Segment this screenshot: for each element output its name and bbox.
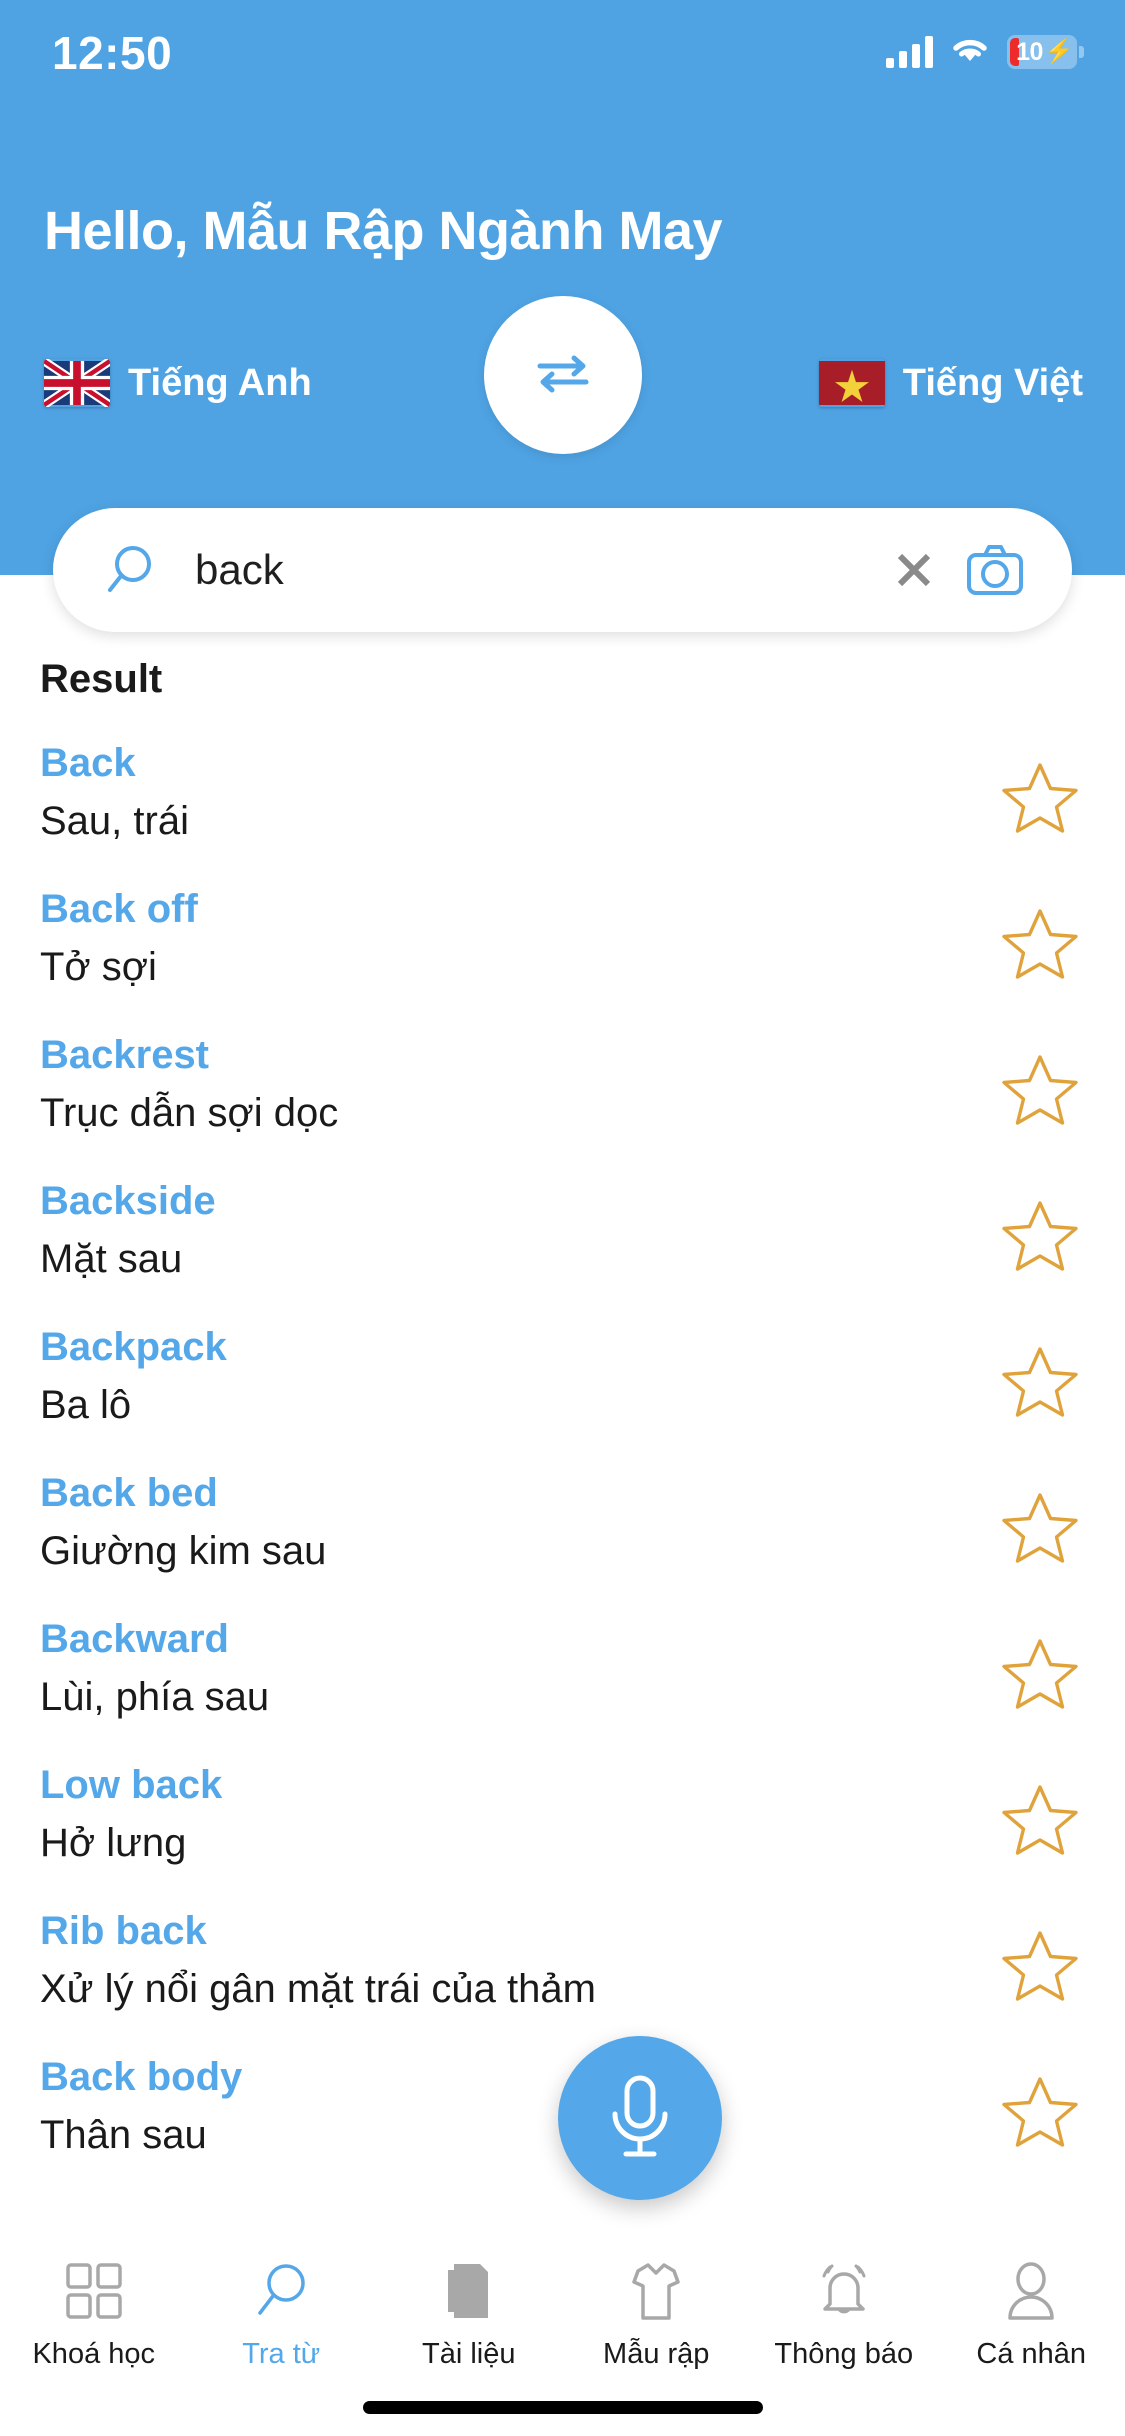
- result-term: Back bed: [40, 1471, 218, 1515]
- nav-item-cá-nhân[interactable]: Cá nhân: [938, 2240, 1125, 2400]
- star-outline-icon[interactable]: [1001, 905, 1079, 983]
- result-row[interactable]: Low back Hở lưng: [0, 1753, 1125, 1899]
- result-row[interactable]: Back off Tở sợi: [0, 877, 1125, 1023]
- result-row[interactable]: Backpack Ba lô: [0, 1315, 1125, 1461]
- result-definition: Xử lý nổi gân mặt trái của thảm: [40, 1967, 596, 2011]
- result-definition: Ba lô: [40, 1383, 132, 1427]
- nav-item-label: Mẫu rập: [603, 2338, 710, 2370]
- result-row[interactable]: Backward Lùi, phía sau: [0, 1607, 1125, 1753]
- star-outline-icon[interactable]: [1001, 1635, 1079, 1713]
- star-outline-icon[interactable]: [1001, 759, 1079, 837]
- battery-charging-icon: 10 ⚡: [1007, 35, 1084, 69]
- vietnam-flag-icon: [818, 359, 885, 407]
- result-definition: Giường kim sau: [40, 1529, 327, 1573]
- nav-item-tra-từ[interactable]: Tra từ: [188, 2240, 376, 2400]
- nav-item-thông-báo[interactable]: Thông báo: [750, 2240, 938, 2400]
- result-definition: Sau, trái: [40, 799, 189, 843]
- voice-search-button[interactable]: [558, 2036, 722, 2200]
- result-definition: Hở lưng: [40, 1821, 187, 1865]
- star-outline-icon[interactable]: [1001, 1343, 1079, 1421]
- bell-icon: [813, 2254, 875, 2328]
- tshirt-icon: [625, 2254, 687, 2328]
- nav-item-label: Tài liệu: [422, 2338, 516, 2370]
- result-term: Backrest: [40, 1033, 210, 1077]
- status-bar: 12:50 10 ⚡: [0, 0, 1125, 110]
- swap-language-button[interactable]: [483, 296, 642, 454]
- result-row[interactable]: Rib back Xử lý nổi gân mặt trái của thảm: [0, 1899, 1125, 2045]
- results-heading: Result: [40, 657, 163, 701]
- result-definition: Trục dẫn sợi dọc: [40, 1091, 339, 1135]
- result-row[interactable]: Back Sau, trái: [0, 731, 1125, 877]
- result-term: Backward: [40, 1617, 229, 1661]
- language-selector-row: Tiếng Anh Tiếng Việt: [0, 296, 1125, 454]
- results-panel: Result Back Sau, trái Back off Tở sợi Backre…: [0, 575, 1125, 2240]
- target-language-selector[interactable]: Tiếng Việt: [818, 318, 1083, 448]
- status-bar-indicators: 10 ⚡: [886, 30, 1084, 74]
- result-row[interactable]: Back bed Giường kim sau: [0, 1461, 1125, 1607]
- document-icon: [438, 2254, 500, 2328]
- source-language-selector[interactable]: Tiếng Anh: [44, 318, 312, 448]
- result-term: Back off: [40, 887, 198, 931]
- magnifier-icon: [250, 2254, 312, 2328]
- page-title: Hello, Mẫu Rập Ngành May: [44, 201, 723, 261]
- result-row[interactable]: Backrest Trục dẫn sợi dọc: [0, 1023, 1125, 1169]
- star-outline-icon[interactable]: [1001, 1781, 1079, 1859]
- result-row[interactable]: Backside Mặt sau: [0, 1169, 1125, 1315]
- nav-item-label: Cá nhân: [976, 2338, 1087, 2370]
- star-outline-icon[interactable]: [1001, 1489, 1079, 1567]
- charging-bolt-icon: ⚡: [1043, 38, 1074, 65]
- star-outline-icon[interactable]: [1001, 1197, 1079, 1275]
- grid-icon: [63, 2254, 125, 2328]
- home-indicator: [362, 2401, 763, 2414]
- source-language-label: Tiếng Anh: [128, 361, 312, 404]
- result-definition: Tở sợi: [40, 945, 157, 989]
- microphone-icon: [599, 2070, 681, 2167]
- nav-item-tài-liệu[interactable]: Tài liệu: [375, 2240, 563, 2400]
- clear-search-button[interactable]: [890, 546, 938, 594]
- magnifier-icon: [99, 539, 161, 601]
- battery-level-label: 10: [1016, 37, 1043, 66]
- nav-item-label: Thông báo: [774, 2338, 914, 2370]
- result-definition: Thân sau: [40, 2113, 207, 2157]
- search-bar[interactable]: [53, 508, 1072, 632]
- result-term: Rib back: [40, 1909, 207, 1953]
- result-term: Backside: [40, 1179, 216, 1223]
- nav-item-khoá-học[interactable]: Khoá học: [0, 2240, 188, 2400]
- person-icon: [1000, 2254, 1062, 2328]
- status-bar-time: 12:50: [52, 27, 173, 79]
- result-term: Backpack: [40, 1325, 227, 1369]
- results-list: Back Sau, trái Back off Tở sợi Backrest Trục …: [0, 731, 1125, 2191]
- nav-item-label: Khoá học: [32, 2338, 156, 2370]
- cellular-signal-icon: [886, 36, 933, 68]
- result-term: Back: [40, 741, 136, 785]
- star-outline-icon[interactable]: [1001, 2073, 1079, 2151]
- search-input[interactable]: [195, 546, 890, 594]
- result-term: Low back: [40, 1763, 223, 1807]
- result-definition: Mặt sau: [40, 1237, 183, 1281]
- app-header: 12:50 10 ⚡ Hello, Mẫu Rập Ngành May Tiến…: [0, 0, 1125, 575]
- swap-horizontal-icon: [530, 347, 596, 404]
- camera-button[interactable]: [964, 542, 1026, 598]
- nav-item-label: Tra từ: [242, 2338, 321, 2370]
- wifi-icon: [949, 34, 991, 71]
- star-outline-icon[interactable]: [1001, 1051, 1079, 1129]
- result-definition: Lùi, phía sau: [40, 1675, 270, 1719]
- target-language-label: Tiếng Việt: [902, 361, 1083, 404]
- nav-item-mẫu-rập[interactable]: Mẫu rập: [563, 2240, 751, 2400]
- star-outline-icon[interactable]: [1001, 1927, 1079, 2005]
- uk-flag-icon: [44, 359, 110, 407]
- result-term: Back body: [40, 2055, 243, 2099]
